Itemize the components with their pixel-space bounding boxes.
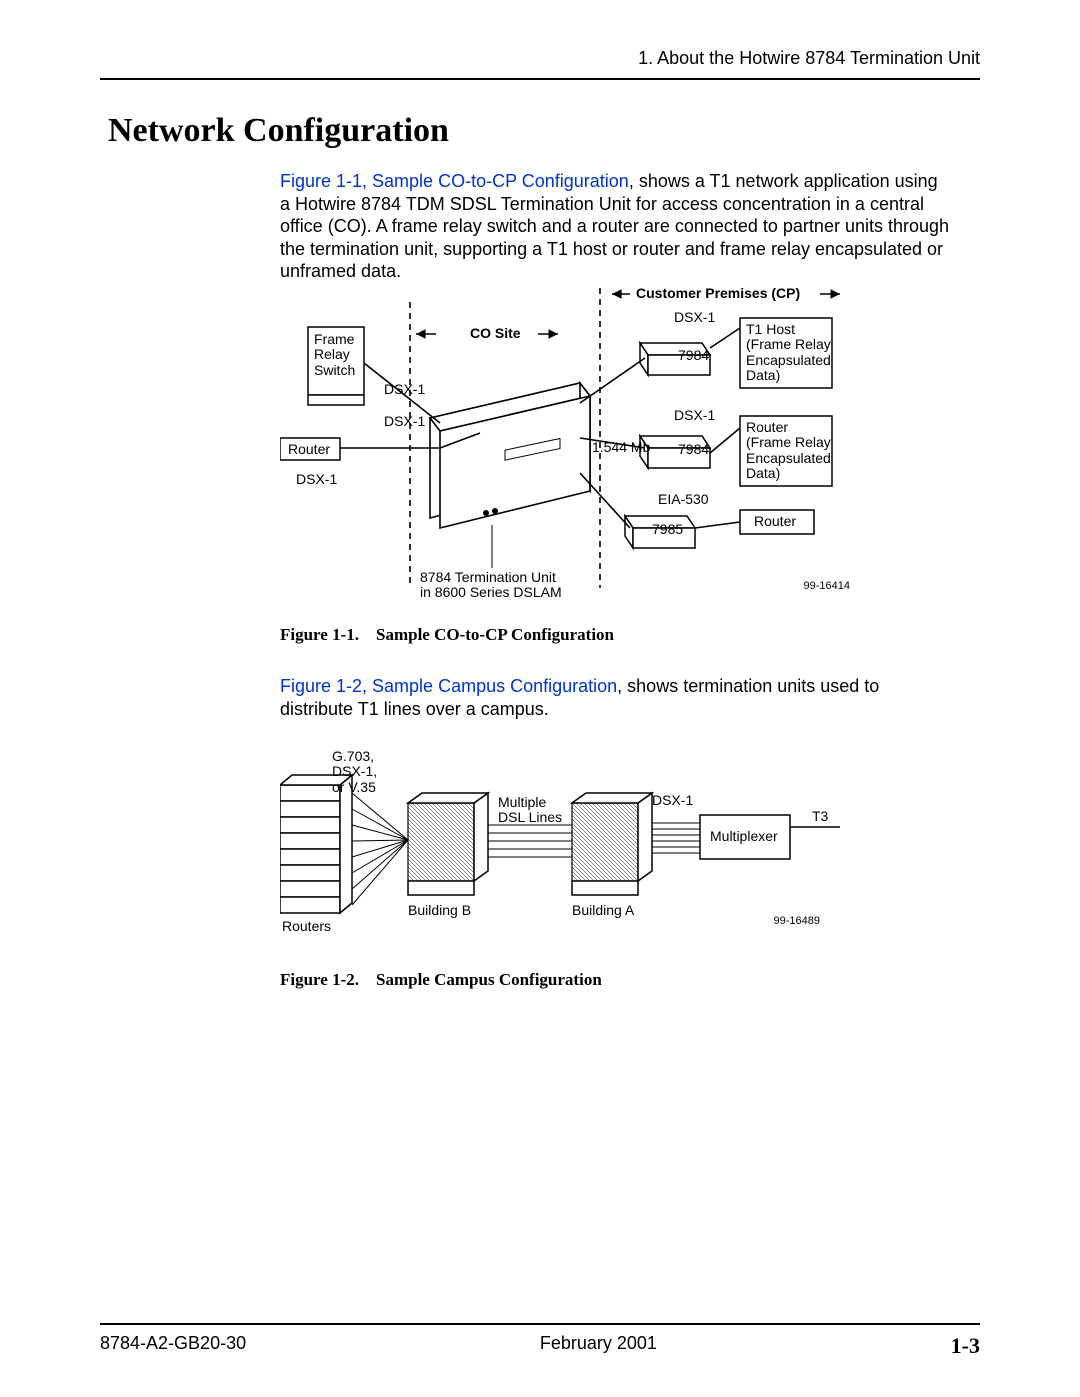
fig1-prefix: Figure 1-1.	[280, 625, 359, 644]
running-header: 1. About the Hotwire 8784 Termination Un…	[638, 48, 980, 69]
label-router-left: Router	[288, 442, 330, 457]
label-7984-1: 7984	[678, 348, 709, 363]
label-router-fr: Router (Frame Relay Encapsulated Data)	[746, 420, 831, 482]
doc-id: 8784-A2-GB20-30	[100, 1333, 246, 1359]
label-routers: Routers	[282, 919, 331, 934]
figure2-xref-link[interactable]: Figure 1-2, Sample Campus Configuration	[280, 676, 617, 696]
label-multi-dsl: Multiple DSL Lines	[498, 795, 562, 826]
label-dsx1-router: DSX-1	[296, 472, 337, 487]
figure-1-diagram: Customer Premises (CP) CO Site Frame Rel…	[280, 288, 860, 608]
label-dsx1-cp1: DSX-1	[674, 310, 715, 325]
fig2-text: Sample Campus Configuration	[376, 970, 602, 989]
page: 1. About the Hotwire 8784 Termination Un…	[0, 0, 1080, 1397]
paragraph-2: Figure 1-2, Sample Campus Configuration,…	[280, 675, 950, 720]
header-rule	[100, 78, 980, 80]
figure1-xref-link[interactable]: Figure 1-1, Sample CO-to-CP Configuratio…	[280, 171, 629, 191]
fig2-prefix: Figure 1-2.	[280, 970, 359, 989]
label-multiplexer: Multiplexer	[710, 829, 778, 844]
footer-date: February 2001	[540, 1333, 657, 1359]
label-dsx1-fig2: DSX-1	[652, 793, 693, 808]
section-title: Network Configuration	[108, 112, 449, 150]
label-router-right: Router	[754, 514, 796, 529]
paragraph-1: Figure 1-1, Sample CO-to-CP Configuratio…	[280, 170, 950, 283]
label-eia530: EIA-530	[658, 492, 709, 507]
drawing-id-1: 99-16414	[804, 580, 851, 592]
label-unit-caption: 8784 Termination Unit in 8600 Series DSL…	[420, 570, 562, 601]
label-7984-2: 7984	[678, 442, 709, 457]
label-rate: 1.544 Mb	[592, 440, 650, 455]
label-g703: G.703, DSX-1, or V.35	[332, 749, 377, 795]
label-t3: T3	[812, 809, 828, 824]
label-7985: 7985	[652, 522, 683, 537]
label-dsx1-a: DSX-1	[384, 382, 425, 397]
label-dsx1-cp2: DSX-1	[674, 408, 715, 423]
label-cp-header: Customer Premises (CP)	[636, 286, 800, 301]
label-dsx1-b: DSX-1	[384, 414, 425, 429]
figure-1-caption: Figure 1-1. Sample CO-to-CP Configuratio…	[280, 625, 614, 645]
page-number: 1-3	[951, 1333, 980, 1359]
figure-2-caption: Figure 1-2. Sample Campus Configuration	[280, 970, 602, 990]
page-footer: 8784-A2-GB20-30 February 2001 1-3	[100, 1323, 980, 1359]
drawing-id-2: 99-16489	[774, 915, 821, 927]
figure-2-diagram: G.703, DSX-1, or V.35 Routers Building B…	[280, 745, 860, 955]
label-t1host: T1 Host (Frame Relay Encapsulated Data)	[746, 322, 831, 384]
label-co-site: CO Site	[470, 326, 521, 341]
label-building-b: Building B	[408, 903, 471, 918]
label-frs: Frame Relay Switch	[314, 332, 355, 378]
fig1-text: Sample CO-to-CP Configuration	[376, 625, 614, 644]
label-building-a: Building A	[572, 903, 634, 918]
